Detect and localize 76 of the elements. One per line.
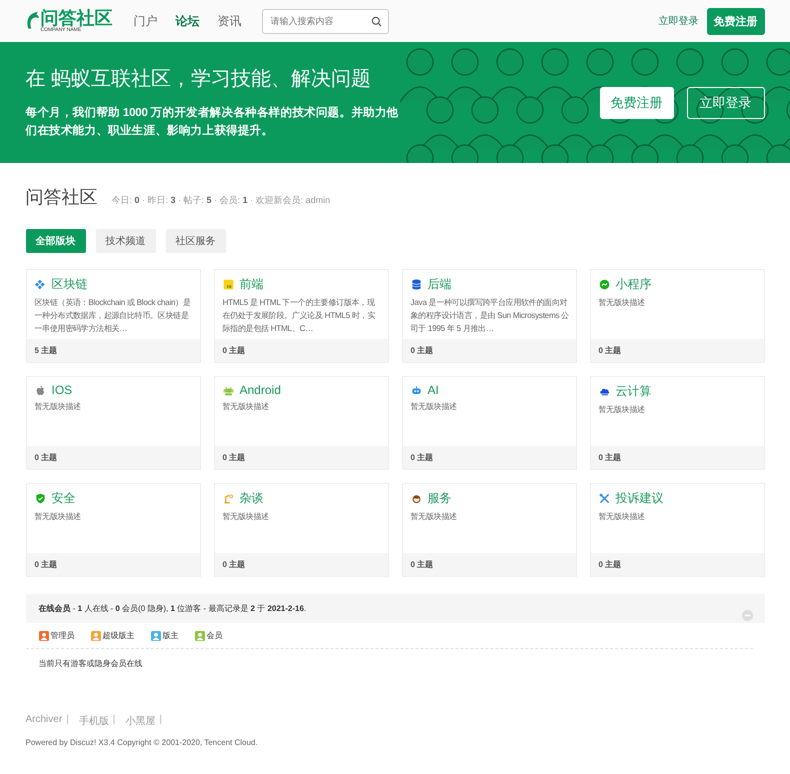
js-icon [222,279,234,290]
online-summary: 在线会员 -1 人在线 - 0 会员(0 隐身), 1 位游客 - 最高记录是 2 于 2021-2-16. [38,603,306,614]
nav-link[interactable]: 论坛 [176,12,200,30]
footer-link[interactable]: 小黑屋 [125,714,156,728]
role-label: 版主 [162,630,178,641]
board-link[interactable]: 安全 [52,490,76,507]
nav-link[interactable]: 门户 [134,12,158,30]
login-link[interactable]: 立即登录 [658,14,698,28]
topic-count: 0 主题 [214,446,388,469]
topic-count: 0 主题 [402,446,576,469]
board-description: 区块链（英语：Blockchain 或 Block chain）是一种分布式数据库，起源自比特币。区块链是一串使用密码学方法相关… [34,297,192,335]
banner-text: 每个月，我们帮助 1000 万的开发者解决各种各样的技术问题。并助力他们在技术能力、职业生涯、影响力上获得提升。 [26,105,400,139]
database-icon [410,279,422,290]
footer-link[interactable]: 手机版 [78,714,109,728]
separator: | [159,714,162,727]
tab[interactable]: 社区服务 [166,229,226,253]
role-label: 管理员 [50,630,74,641]
board-description: 暂无版块描述 [222,401,270,413]
board-link[interactable]: 前端 [240,276,264,293]
board-description: 暂无版块描述 [598,297,646,309]
logo-title: 问答社区 [40,9,112,27]
board-description: 暂无版块描述 [410,401,458,413]
register-button[interactable]: 免费注册 [706,8,764,34]
board-link[interactable]: 后端 [428,276,452,293]
topic-count: 5 主题 [26,339,200,362]
board-description: 暂无版块描述 [410,511,458,523]
board-link[interactable]: Android [240,383,281,397]
separator: | [112,714,116,727]
topic-count: 0 主题 [214,553,388,576]
board-link[interactable]: 云计算 [616,383,652,400]
board-link[interactable]: 小程序 [616,276,652,293]
nav-link[interactable]: 资讯 [218,12,242,30]
forum-stats: 今日: 0 · 昨日: 3 · 帖子: 5 · 会员: 1 · 欢迎新会员: admin [112,194,330,207]
topic-count: 0 主题 [214,339,388,362]
tab[interactable]: 全部版块 [26,229,86,253]
separator: | [66,714,69,727]
board-link[interactable]: 投诉建议 [616,490,664,507]
person-icon [410,493,422,504]
board-link[interactable]: 杂谈 [240,490,264,507]
tab[interactable]: 技术频道 [96,229,156,253]
robot-icon [222,384,234,396]
board-description: 暂无版块描述 [34,401,82,413]
banner-title: 在 蚂蚁互联社区，学习技能、解决问题 [26,67,372,92]
forum-title: 问答社区 [26,186,98,209]
register-button[interactable]: 免费注册 [600,86,674,118]
board-link[interactable]: AI [428,383,439,397]
board-description: 暂无版块描述 [34,511,82,523]
board-description: 暂无版块描述 [598,511,646,523]
search-field[interactable]: 请输入搜索内容 [262,8,388,34]
board-link[interactable]: 服务 [428,490,452,507]
login-button[interactable]: 立即登录 [686,86,764,118]
board-link[interactable]: IOS [52,383,72,397]
topic-count: 0 主题 [402,339,576,362]
cloud-icon [598,386,610,397]
search-icon [370,16,382,26]
board-description: Java 是一种可以撰写跨平台应用软件的面向对象的程序设计语言，是由 Sun Microsystems 公司于 1995 年 5 月推出… [410,297,570,335]
board-link[interactable]: 区块链 [52,276,88,293]
lamp-icon [222,493,234,504]
topic-count: 0 主题 [402,553,576,576]
topic-count: 0 主题 [26,553,200,576]
board-description: 暂无版块描述 [222,511,270,523]
board-description: 暂无版块描述 [598,404,646,416]
apple-icon [34,384,46,396]
online-note: 当前只有游客或隐身会员在线 [38,658,144,670]
shield-icon [34,493,46,504]
topic-count: 0 主题 [590,553,764,576]
role-label: 超级版主 [102,630,134,641]
topic-count: 0 主题 [26,446,200,469]
copyright: Powered by Discuz! X3.4 Copyright © 2001-2020, Tencent Cloud. [26,738,259,747]
diamond-icon [34,279,46,290]
topic-count: 0 主题 [590,446,764,469]
role-label: 会员 [206,630,222,641]
footer-link[interactable]: Archiver [26,714,62,728]
topic-count: 0 主题 [590,339,764,362]
board-description: HTML5 是 HTML 下一个的主要修订版本，现在仍处于发展阶段。广义论及 HTML5 时，实际指的是包括 HTML、C… [222,297,376,335]
robot-icon [410,384,422,396]
